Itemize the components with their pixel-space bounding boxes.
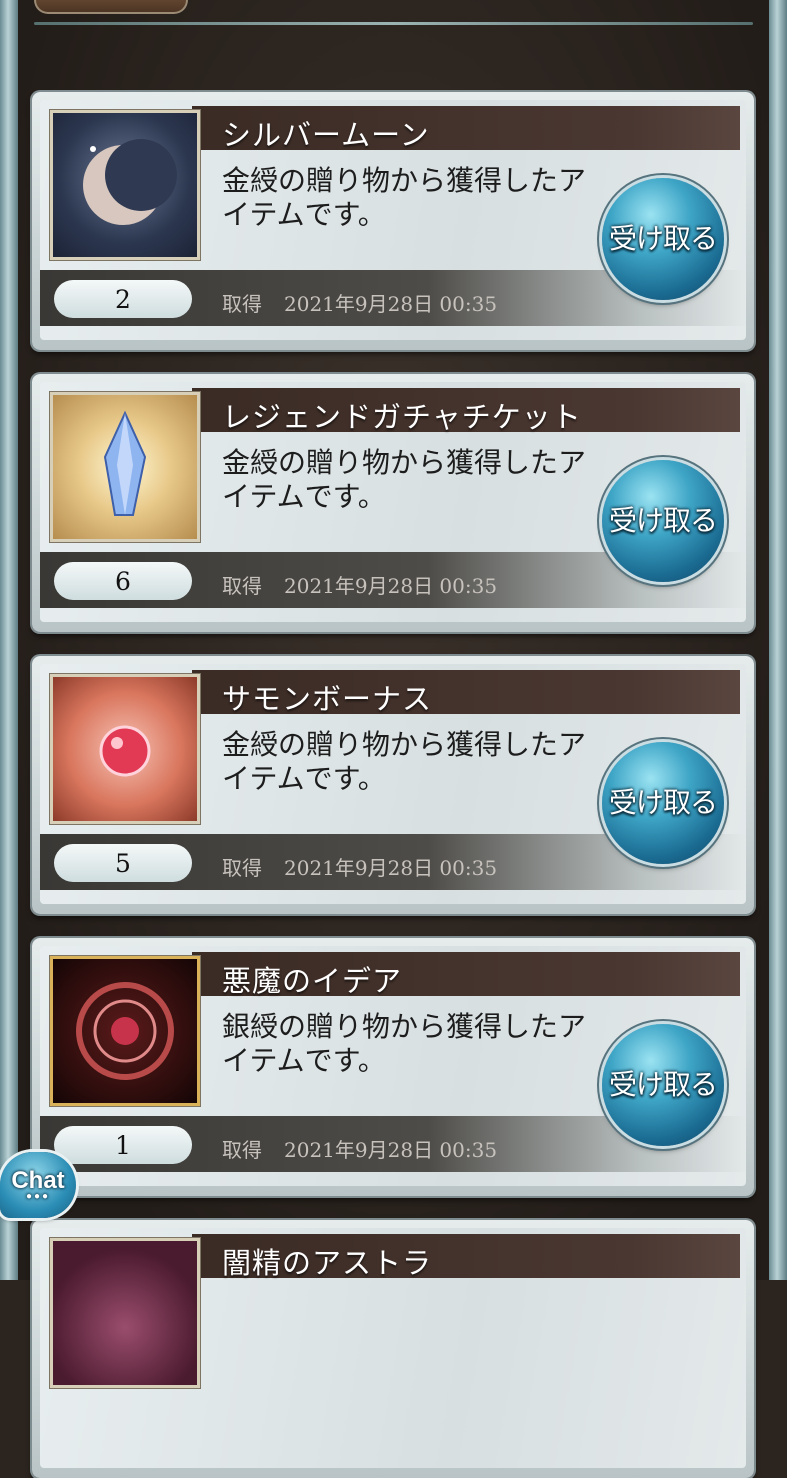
left-frame-border (0, 0, 18, 1280)
item-name: サモンボーナス (222, 682, 433, 716)
top-tab-button[interactable] (34, 0, 188, 14)
receive-button[interactable]: 受け取る (602, 178, 724, 300)
item-name: レジェンドガチャチケット (222, 400, 582, 434)
acquired-label: 取得 (222, 856, 262, 880)
crystal-ticket-icon (50, 392, 200, 542)
acquired-info: 取得 2021年9月28日 00:35 (222, 288, 497, 317)
acquired-date: 2021年9月28日 00:35 (284, 1138, 498, 1162)
acquired-info: 取得 2021年9月28日 00:35 (222, 852, 497, 881)
receive-button[interactable]: 受け取る (602, 742, 724, 864)
divider (34, 22, 753, 25)
gift-item-card: レジェンドガチャチケット 金綬の贈り物から獲得したアイテムです。 6 取得 202… (32, 374, 754, 632)
acquired-label: 取得 (222, 1138, 262, 1162)
demon-idea-icon (50, 956, 200, 1106)
dark-astra-icon (50, 1238, 200, 1388)
acquired-date: 2021年9月28日 00:35 (284, 292, 498, 316)
chat-button[interactable]: Chat ●●● (0, 1152, 76, 1218)
item-name: 悪魔のイデア (222, 964, 403, 998)
chat-dots-icon: ●●● (25, 1191, 51, 1202)
item-description: 銀綬の贈り物から獲得したアイテムです。 (222, 1010, 587, 1077)
item-description: 金綬の贈り物から獲得したアイテムです。 (222, 728, 587, 795)
acquired-info: 取得 2021年9月28日 00:35 (222, 570, 497, 599)
gift-item-card: シルバームーン 金綬の贈り物から獲得したアイテムです。 2 取得 2021年9月2… (32, 92, 754, 350)
acquired-date: 2021年9月28日 00:35 (284, 856, 498, 880)
item-quantity: 1 (54, 1126, 192, 1164)
chat-button-label: Chat (11, 1167, 65, 1194)
item-quantity: 2 (54, 280, 192, 318)
red-orb-icon (50, 674, 200, 824)
acquired-date: 2021年9月28日 00:35 (284, 574, 498, 598)
gift-item-card: 闇精のアストラ (32, 1220, 754, 1478)
receive-button[interactable]: 受け取る (602, 460, 724, 582)
item-description: 金綬の贈り物から獲得したアイテムです。 (222, 446, 587, 513)
receive-button[interactable]: 受け取る (602, 1024, 724, 1146)
acquired-label: 取得 (222, 574, 262, 598)
item-quantity: 6 (54, 562, 192, 600)
acquired-info: 取得 2021年9月28日 00:35 (222, 1134, 497, 1163)
item-name: シルバームーン (222, 118, 430, 152)
acquired-label: 取得 (222, 292, 262, 316)
item-name: 闇精のアストラ (222, 1246, 433, 1280)
item-description: 金綬の贈り物から獲得したアイテムです。 (222, 164, 587, 231)
right-frame-border (769, 0, 787, 1280)
gift-item-card: サモンボーナス 金綬の贈り物から獲得したアイテムです。 5 取得 2021年9月2… (32, 656, 754, 914)
gift-item-card: 悪魔のイデア 銀綬の贈り物から獲得したアイテムです。 1 取得 2021年9月28… (32, 938, 754, 1196)
item-quantity: 5 (54, 844, 192, 882)
silver-moon-icon (50, 110, 200, 260)
